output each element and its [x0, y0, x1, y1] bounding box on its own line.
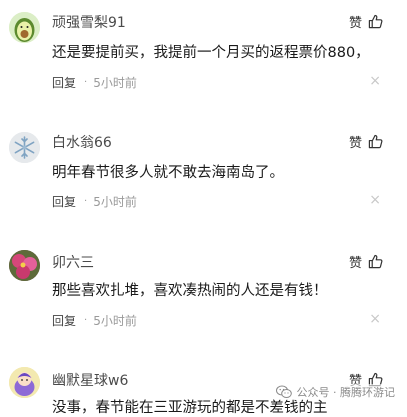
avatar[interactable]	[9, 250, 40, 281]
comment-item: 顽强雪梨91 赞 还是要提前买，我提前一个月买的返程票价880， 回复 · 5小…	[0, 0, 407, 100]
timestamp: 5小时前	[93, 76, 137, 90]
thumbs-up-icon	[368, 254, 383, 269]
comment-text: 明年春节很多人就不敢去海南岛了。	[52, 165, 284, 181]
close-icon[interactable]: ×	[369, 312, 381, 326]
timestamp: 5小时前	[93, 314, 137, 328]
wechat-icon	[275, 385, 292, 398]
reply-button[interactable]: 回复	[52, 74, 76, 91]
avocado-avatar-icon	[9, 12, 40, 43]
username[interactable]: 顽强雪梨91	[52, 12, 126, 32]
close-icon[interactable]: ×	[369, 193, 381, 207]
avatar[interactable]	[9, 12, 40, 43]
comment-meta: 回复 · 5小时前	[52, 193, 137, 210]
username[interactable]: 幽默星球w6	[52, 370, 128, 390]
reply-button[interactable]: 回复	[52, 312, 76, 329]
username[interactable]: 卯六三	[52, 252, 94, 272]
separator-dot: ·	[84, 196, 88, 207]
like-button[interactable]: 赞	[349, 12, 383, 31]
comment-meta: 回复 · 5小时前	[52, 312, 137, 329]
comment-item: 卯六三 赞 那些喜欢扎堆，喜欢凑热闹的人还是有钱！ 回复 · 5小时前 ×	[0, 240, 407, 340]
like-button[interactable]: 赞	[349, 252, 383, 271]
reply-button[interactable]: 回复	[52, 193, 76, 210]
timestamp: 5小时前	[93, 195, 137, 209]
thumbs-up-icon	[368, 14, 383, 29]
like-label: 赞	[348, 136, 362, 151]
avatar[interactable]	[9, 367, 40, 398]
watermark: 公众号 · 腾腾环游记	[275, 384, 396, 400]
comment-meta: 回复 · 5小时前	[52, 74, 137, 91]
like-label: 赞	[348, 256, 362, 271]
flower-avatar-icon	[9, 250, 40, 281]
cartoon-avatar-icon	[9, 367, 40, 398]
like-label: 赞	[348, 16, 362, 31]
close-icon[interactable]: ×	[369, 74, 381, 88]
snowflake-avatar-icon	[9, 132, 40, 163]
avatar[interactable]	[9, 132, 40, 163]
like-button[interactable]: 赞	[349, 132, 383, 151]
thumbs-up-icon	[368, 134, 383, 149]
comment-text: 那些喜欢扎堆，喜欢凑热闹的人还是有钱！	[52, 283, 328, 299]
username[interactable]: 白水翁66	[52, 132, 112, 152]
separator-dot: ·	[84, 315, 88, 326]
separator-dot: ·	[84, 77, 88, 88]
watermark-text: 公众号 · 腾腾环游记	[296, 386, 396, 399]
comment-text: 还是要提前买，我提前一个月买的返程票价880，	[52, 45, 370, 61]
comment-item: 白水翁66 赞 明年春节很多人就不敢去海南岛了。 回复 · 5小时前 ×	[0, 120, 407, 220]
